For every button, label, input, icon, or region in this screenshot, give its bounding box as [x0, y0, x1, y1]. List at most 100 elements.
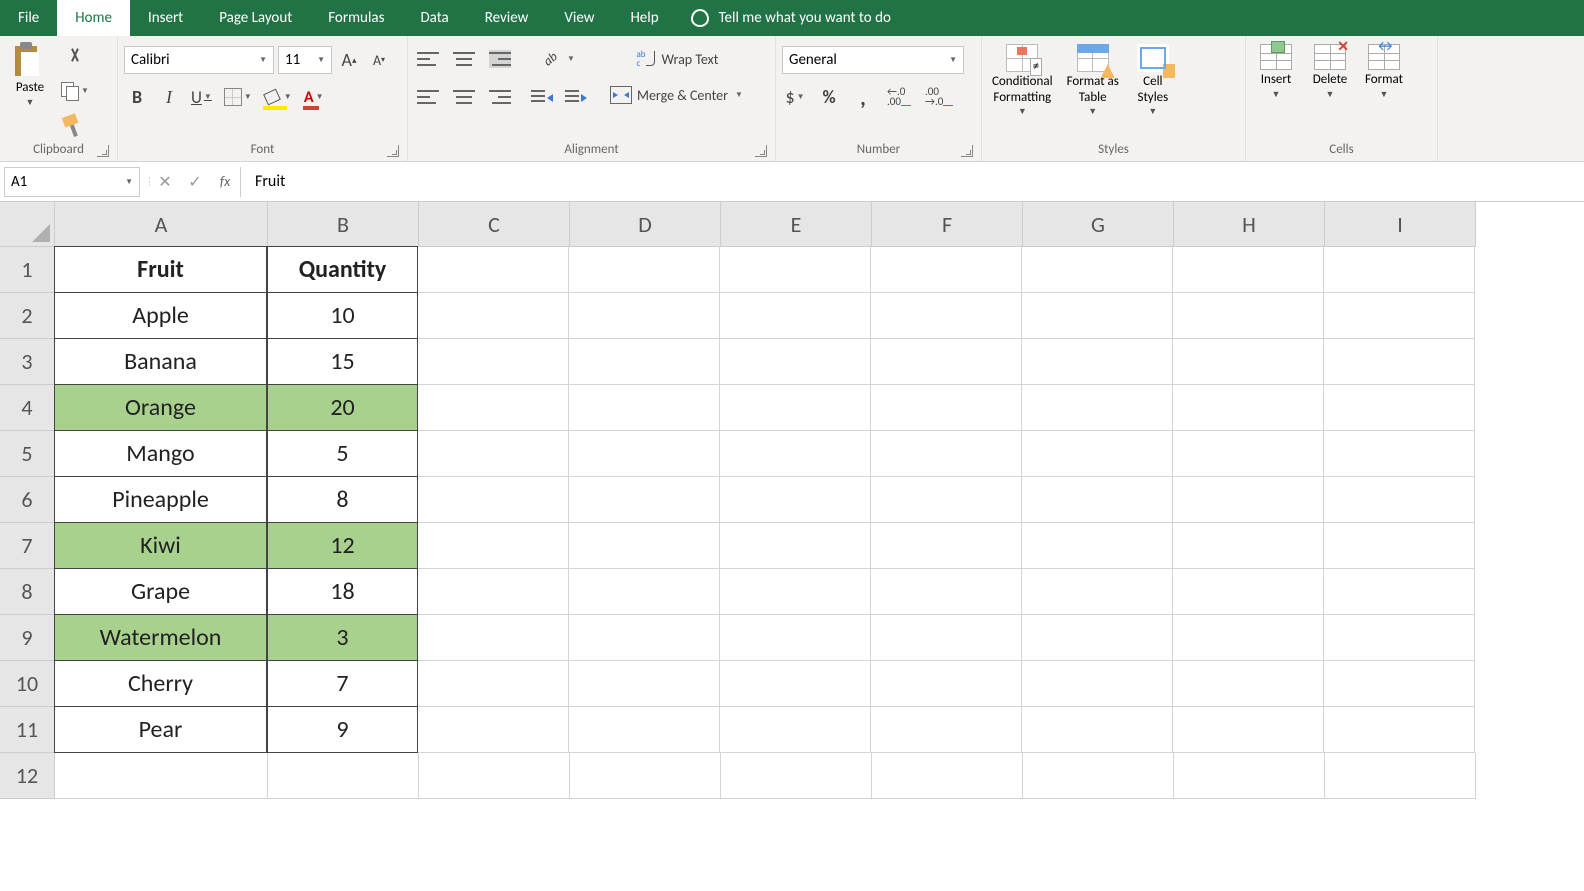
cell-G7[interactable] [1022, 523, 1173, 569]
format-cells-button[interactable]: Format▼ [1360, 42, 1408, 102]
cell-B9[interactable]: 3 [267, 614, 418, 661]
cell-A11[interactable]: Pear [54, 706, 267, 753]
cell-G2[interactable] [1022, 293, 1173, 339]
row-header-12[interactable]: 12 [0, 753, 55, 799]
bold-button[interactable]: B [124, 84, 150, 110]
cell-F10[interactable] [871, 661, 1022, 707]
cell-A12[interactable] [55, 753, 268, 799]
cell-B12[interactable] [268, 753, 419, 799]
cell-F1[interactable] [871, 247, 1022, 293]
cell-E11[interactable] [720, 707, 871, 753]
cell-F8[interactable] [871, 569, 1022, 615]
accounting-format-button[interactable]: $▼ [782, 84, 808, 110]
select-all-corner[interactable] [0, 202, 55, 247]
caret-down-icon[interactable]: ▼ [119, 177, 139, 187]
name-box[interactable]: ▼ [4, 167, 140, 197]
cell-C3[interactable] [418, 339, 569, 385]
cell-C5[interactable] [418, 431, 569, 477]
cell-D12[interactable] [570, 753, 721, 799]
tab-formulas[interactable]: Formulas [310, 0, 402, 36]
row-header-5[interactable]: 5 [0, 431, 55, 477]
cell-E2[interactable] [720, 293, 871, 339]
cell-C7[interactable] [418, 523, 569, 569]
cell-G12[interactable] [1023, 753, 1174, 799]
cell-B11[interactable]: 9 [267, 706, 418, 753]
cell-A5[interactable]: Mango [54, 430, 267, 477]
align-right-button[interactable] [486, 84, 514, 110]
cell-C6[interactable] [418, 477, 569, 523]
cell-G1[interactable] [1022, 247, 1173, 293]
cell-G6[interactable] [1022, 477, 1173, 523]
dialog-launcher-icon[interactable] [755, 145, 767, 157]
cell-A6[interactable]: Pineapple [54, 476, 267, 523]
cell-I10[interactable] [1324, 661, 1475, 707]
column-header-F[interactable]: F [872, 202, 1023, 247]
cells-area[interactable]: FruitQuantityApple10Banana15Orange20Mang… [55, 247, 1584, 799]
cell-G10[interactable] [1022, 661, 1173, 707]
enter-formula-button[interactable]: ✓ [180, 167, 210, 197]
cell-B3[interactable]: 15 [267, 338, 418, 385]
comma-format-button[interactable]: , [850, 84, 876, 110]
cell-C10[interactable] [418, 661, 569, 707]
cell-D6[interactable] [569, 477, 720, 523]
font-name-input[interactable] [125, 51, 251, 69]
column-header-A[interactable]: A [55, 202, 268, 247]
tab-insert[interactable]: Insert [130, 0, 201, 36]
font-color-button[interactable]: A▼ [301, 84, 327, 110]
column-header-E[interactable]: E [721, 202, 872, 247]
cell-A9[interactable]: Watermelon [54, 614, 267, 661]
cell-C8[interactable] [418, 569, 569, 615]
number-format-input[interactable] [783, 51, 941, 69]
cell-I12[interactable] [1325, 753, 1476, 799]
name-box-input[interactable] [5, 173, 117, 191]
cell-B2[interactable]: 10 [267, 292, 418, 339]
cell-D4[interactable] [569, 385, 720, 431]
cell-H6[interactable] [1173, 477, 1324, 523]
cell-D1[interactable] [569, 247, 720, 293]
cell-I3[interactable] [1324, 339, 1475, 385]
cell-G3[interactable] [1022, 339, 1173, 385]
column-header-H[interactable]: H [1174, 202, 1325, 247]
cell-D3[interactable] [569, 339, 720, 385]
cell-E8[interactable] [720, 569, 871, 615]
cell-H11[interactable] [1173, 707, 1324, 753]
cell-A3[interactable]: Banana [54, 338, 267, 385]
cell-C4[interactable] [418, 385, 569, 431]
cell-I8[interactable] [1324, 569, 1475, 615]
dialog-launcher-icon[interactable] [97, 145, 109, 157]
column-header-G[interactable]: G [1023, 202, 1174, 247]
row-header-8[interactable]: 8 [0, 569, 55, 615]
cell-A1[interactable]: Fruit [54, 246, 267, 293]
format-as-table-button[interactable]: Format as Table▼ [1063, 42, 1123, 120]
cell-D8[interactable] [569, 569, 720, 615]
column-header-D[interactable]: D [570, 202, 721, 247]
row-header-6[interactable]: 6 [0, 477, 55, 523]
column-header-I[interactable]: I [1325, 202, 1476, 247]
cell-C1[interactable] [418, 247, 569, 293]
tab-data[interactable]: Data [402, 0, 466, 36]
cell-C12[interactable] [419, 753, 570, 799]
cell-H10[interactable] [1173, 661, 1324, 707]
increase-indent-button[interactable] [562, 84, 590, 110]
cell-G11[interactable] [1022, 707, 1173, 753]
cell-C2[interactable] [418, 293, 569, 339]
cell-D9[interactable] [569, 615, 720, 661]
cell-A7[interactable]: Kiwi [54, 522, 267, 569]
align-left-button[interactable] [414, 84, 442, 110]
borders-button[interactable]: ▼ [221, 84, 255, 110]
cell-D10[interactable] [569, 661, 720, 707]
cell-I1[interactable] [1324, 247, 1475, 293]
cell-F3[interactable] [871, 339, 1022, 385]
cell-H3[interactable] [1173, 339, 1324, 385]
cell-C9[interactable] [418, 615, 569, 661]
underline-button[interactable]: U▼ [188, 84, 215, 110]
cell-E7[interactable] [720, 523, 871, 569]
cell-B5[interactable]: 5 [267, 430, 418, 477]
cell-G5[interactable] [1022, 431, 1173, 477]
cancel-formula-button[interactable]: ✕ [150, 167, 180, 197]
orientation-button[interactable]: ▼ [528, 46, 590, 72]
dialog-launcher-icon[interactable] [961, 145, 973, 157]
cell-F12[interactable] [872, 753, 1023, 799]
cell-H5[interactable] [1173, 431, 1324, 477]
cell-G8[interactable] [1022, 569, 1173, 615]
